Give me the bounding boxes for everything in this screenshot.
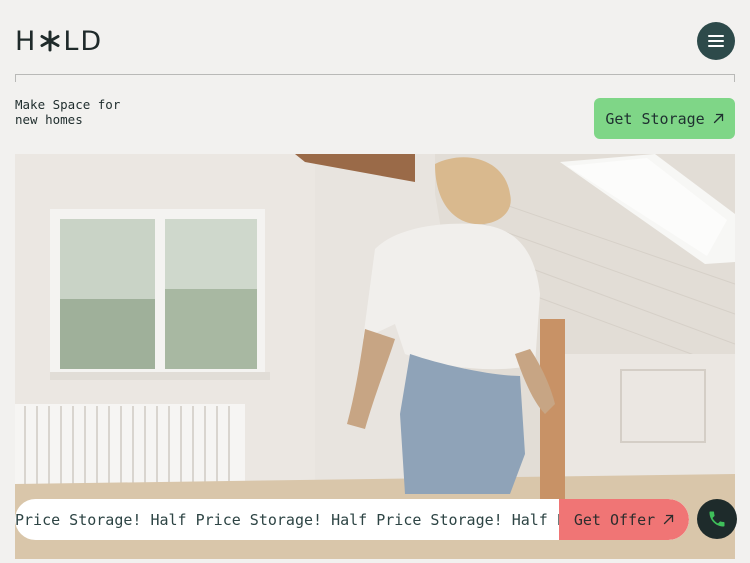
tagline: Make Space for new homes xyxy=(15,97,145,127)
hamburger-icon xyxy=(708,35,724,47)
tagline-line-2: new homes xyxy=(15,112,83,127)
get-offer-button[interactable]: Get Offer xyxy=(559,499,689,540)
phone-icon xyxy=(709,511,725,527)
call-button[interactable] xyxy=(697,499,737,539)
tagline-line-1: Make Space for xyxy=(15,97,121,112)
asterisk-logo-icon xyxy=(40,30,60,52)
logo-letter-h: H xyxy=(15,25,38,57)
ticker-track: Price Storage! Half Price Storage! Half … xyxy=(15,499,559,540)
arrow-up-right-icon xyxy=(663,514,674,525)
brand-logo[interactable]: H LD xyxy=(15,25,104,57)
logo-letters-ld: LD xyxy=(63,25,104,57)
get-offer-label: Get Offer xyxy=(573,510,656,529)
menu-button[interactable] xyxy=(697,22,735,60)
header-divider xyxy=(15,74,735,82)
ticker-text: Price Storage! Half Price Storage! Half … xyxy=(15,510,559,529)
get-storage-label: Get Storage xyxy=(605,109,705,128)
arrow-up-right-icon xyxy=(713,113,723,124)
get-storage-button[interactable]: Get Storage xyxy=(594,98,735,139)
promo-ticker: Price Storage! Half Price Storage! Half … xyxy=(15,499,689,540)
